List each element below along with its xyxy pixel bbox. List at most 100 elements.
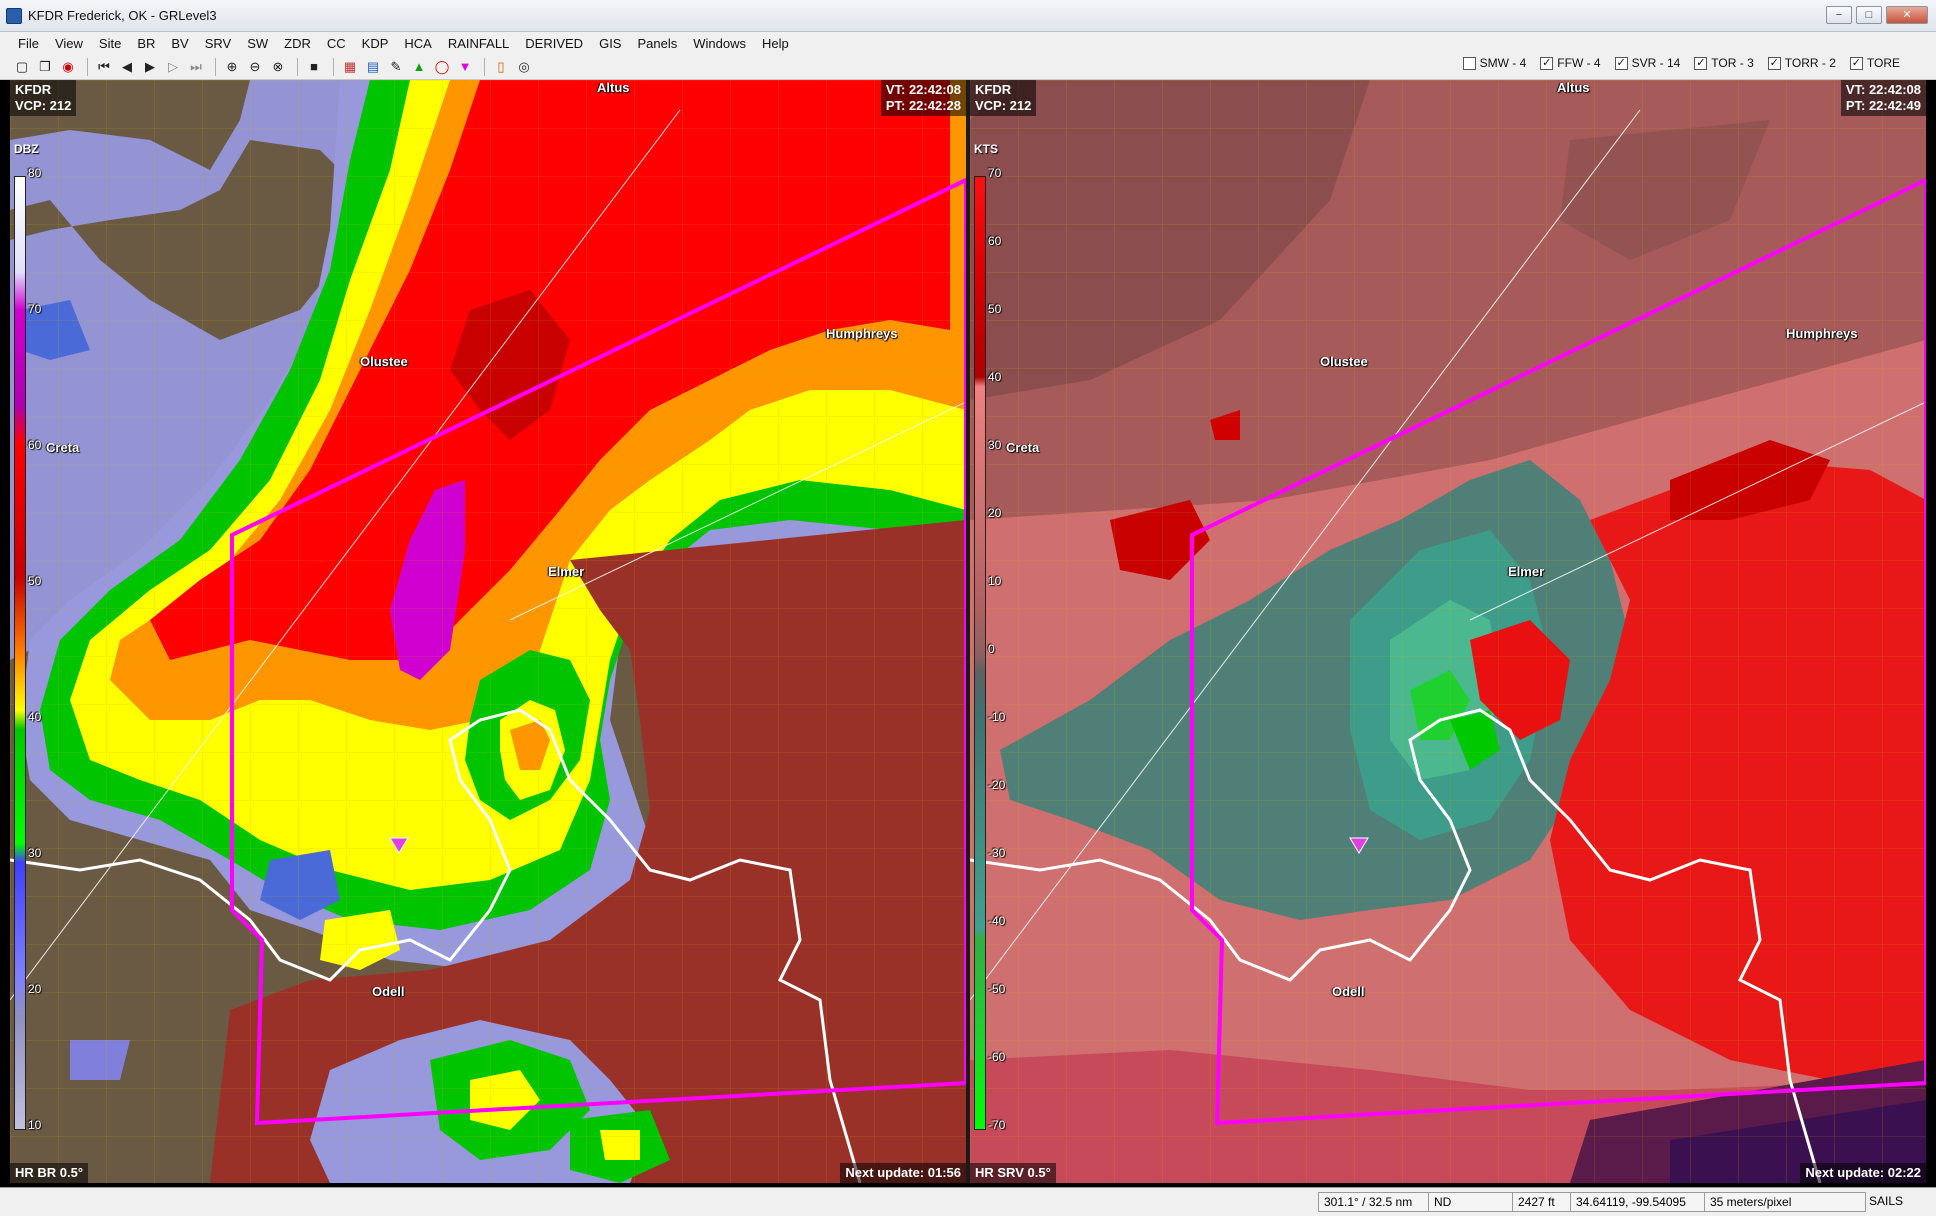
next-update: Next update: 02:22 [1800, 1163, 1926, 1183]
checkbox-smw[interactable] [1462, 56, 1476, 70]
zoom-reset-icon[interactable]: ⊗ [268, 57, 288, 77]
toggle-svr-label: SVR - 14 [1631, 56, 1681, 70]
city-label: Creta [1006, 440, 1040, 455]
time-info: VT: 22:42:08 PT: 22:42:49 [1840, 80, 1926, 116]
title-bar: KFDR Frederick, OK - GRLevel3 − □ ✕ [0, 0, 1936, 32]
minimize-button[interactable]: − [1826, 6, 1852, 24]
checkbox-svr[interactable]: ✓ [1614, 56, 1628, 70]
checkbox-torr[interactable]: ✓ [1767, 56, 1781, 70]
play-icon[interactable]: ▶ [140, 57, 160, 77]
scale-tick: 40 [28, 710, 42, 724]
menu-site[interactable]: Site [91, 36, 129, 51]
color-scale [974, 176, 986, 1130]
toggle-tore-label: TORE [1866, 56, 1900, 70]
toggle-ffw[interactable]: ✓ FFW - 4 [1540, 56, 1601, 70]
menu-br[interactable]: BR [129, 36, 163, 51]
bookmark-icon[interactable]: ▯ [491, 57, 511, 77]
checkbox-ffw[interactable]: ✓ [1540, 56, 1554, 70]
checkbox-tor[interactable]: ✓ [1694, 56, 1708, 70]
triangle-marker-icon[interactable]: ▲ [409, 57, 429, 77]
menu-help[interactable]: Help [754, 36, 797, 51]
warning-toggles: SMW - 4 ✓ FFW - 4 ✓ SVR - 14 ✓ TOR - 3 ✓ TOR… [1462, 56, 1900, 70]
city-label: Olustee [1320, 354, 1368, 369]
toggle-torr[interactable]: ✓ TORR - 2 [1767, 56, 1836, 70]
vcp-label: VCP: 212 [15, 98, 72, 113]
close-button[interactable]: ✕ [1886, 6, 1928, 24]
scale-tick: -40 [988, 914, 1006, 928]
status-bar: 301.1° / 32.5 nm ND 2427 ft 34.64119, -9… [0, 1187, 1936, 1216]
scale-tick: 50 [988, 302, 1002, 316]
app-icon [6, 7, 22, 24]
color-table-icon[interactable]: ▦ [340, 57, 360, 77]
menu-gis[interactable]: GIS [591, 36, 629, 51]
scale-tick: 50 [28, 574, 42, 588]
reflectivity-panel[interactable]: KFDR VCP: 212 VT: 22:42:08 PT: 22:42:28 … [10, 80, 966, 1183]
gate-value: ND [1428, 1192, 1514, 1212]
site-info: KFDR VCP: 212 [10, 80, 77, 116]
scale-tick: -10 [988, 710, 1006, 724]
toggle-tore[interactable]: ✓ TORE [1849, 56, 1900, 70]
sails-indicator: SAILS [1869, 1194, 1904, 1208]
maximize-button[interactable]: □ [1856, 6, 1882, 24]
menu-bv[interactable]: BV [163, 36, 196, 51]
menu-windows[interactable]: Windows [685, 36, 754, 51]
product-label: HR SRV 0.5° [970, 1163, 1056, 1183]
layers-icon[interactable]: ▤ [363, 57, 383, 77]
site-name: KFDR [975, 82, 1012, 97]
stop-icon[interactable]: ■ [304, 57, 324, 77]
scale-tick: 70 [28, 302, 42, 316]
menu-rainfall[interactable]: RAINFALL [440, 36, 517, 51]
next-frame-icon[interactable]: ▷ [163, 57, 183, 77]
next-update: Next update: 01:56 [840, 1163, 966, 1183]
toolbar-separator [297, 57, 298, 76]
menu-panels[interactable]: Panels [629, 36, 685, 51]
valid-time: VT: 22:42:08 [885, 82, 961, 97]
beam-height: 2427 ft [1512, 1192, 1572, 1212]
menu-view[interactable]: View [47, 36, 91, 51]
window-controls: − □ ✕ [1826, 6, 1928, 24]
menu-derived[interactable]: DERIVED [517, 36, 591, 51]
checkbox-tore[interactable]: ✓ [1849, 56, 1863, 70]
city-label: Humphreys [826, 326, 898, 341]
toolbar-separator [215, 57, 216, 76]
valid-time: VT: 22:42:08 [1845, 82, 1921, 97]
toggle-torr-label: TORR - 2 [1784, 56, 1836, 70]
city-label: Altus [597, 80, 630, 95]
copy-icon[interactable]: ❐ [35, 57, 55, 77]
city-label: Elmer [548, 564, 585, 579]
city-label: Altus [1557, 80, 1590, 95]
pencil-icon[interactable]: ✎ [386, 57, 406, 77]
scale-tick: -50 [988, 982, 1006, 996]
scale-tick: 60 [28, 438, 42, 452]
product-time: PT: 22:42:28 [885, 98, 961, 113]
last-frame-icon[interactable]: ⏭ [186, 57, 206, 77]
circle-marker-icon[interactable]: ◯ [432, 57, 452, 77]
toolbar-separator [333, 57, 334, 76]
first-frame-icon[interactable]: ⏮ [94, 57, 114, 77]
menu-kdp[interactable]: KDP [354, 36, 397, 51]
tvs-marker-icon[interactable]: ▼ [455, 57, 475, 77]
scale-tick: -20 [988, 778, 1006, 792]
reflectivity-map[interactable] [10, 80, 966, 1183]
color-scale [14, 176, 26, 1130]
menu-srv[interactable]: SRV [197, 36, 240, 51]
toggle-smw[interactable]: SMW - 4 [1462, 56, 1526, 70]
velocity-panel[interactable]: KFDR VCP: 212 VT: 22:42:08 PT: 22:42:49 … [970, 80, 1926, 1183]
scale-tick: 20 [988, 506, 1002, 520]
zoom-in-icon[interactable]: ⊕ [222, 57, 242, 77]
menu-sw[interactable]: SW [239, 36, 276, 51]
velocity-map[interactable] [970, 80, 1926, 1183]
menu-file[interactable]: File [10, 36, 47, 51]
zoom-out-icon[interactable]: ⊖ [245, 57, 265, 77]
menu-zdr[interactable]: ZDR [276, 36, 319, 51]
menu-cc[interactable]: CC [319, 36, 354, 51]
new-icon[interactable]: ▢ [12, 57, 32, 77]
menu-hca[interactable]: HCA [396, 36, 439, 51]
record-icon[interactable]: ◉ [58, 57, 78, 77]
product-label: HR BR 0.5° [10, 1163, 89, 1183]
toggle-svr[interactable]: ✓ SVR - 14 [1614, 56, 1681, 70]
scale-tick: 30 [988, 438, 1002, 452]
target-icon[interactable]: ◎ [514, 57, 534, 77]
toggle-tor[interactable]: ✓ TOR - 3 [1694, 56, 1754, 70]
prev-frame-icon[interactable]: ◀ [117, 57, 137, 77]
